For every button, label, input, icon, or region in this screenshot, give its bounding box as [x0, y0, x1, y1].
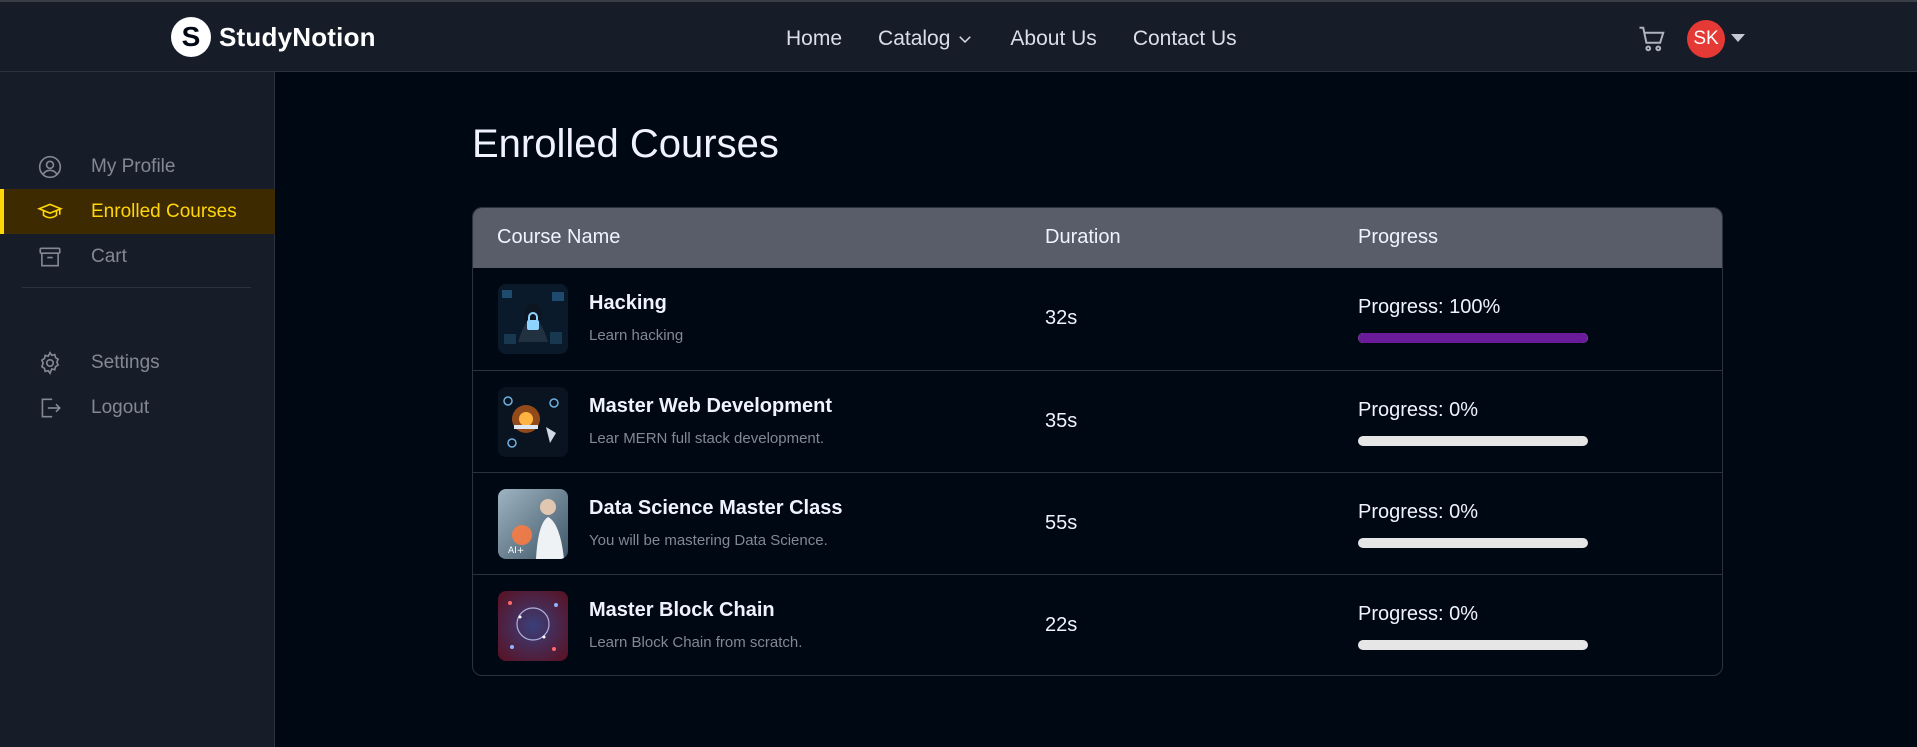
nav-catalog-label: Catalog — [878, 27, 951, 50]
column-header-duration: Duration — [1045, 226, 1121, 248]
course-thumbnail[interactable] — [498, 591, 568, 661]
course-name[interactable]: Hacking — [589, 292, 667, 315]
course-description: Learn Block Chain from scratch. — [589, 634, 803, 651]
nav-about-label: About Us — [1010, 27, 1097, 50]
archive-box-icon — [39, 247, 61, 266]
gear-icon — [40, 350, 60, 375]
sidebar-item-label: Settings — [91, 351, 160, 373]
user-circle-icon — [38, 155, 62, 178]
svg-text:AI+: AI+ — [508, 546, 524, 556]
course-description: You will be mastering Data Science. — [589, 532, 828, 549]
column-header-course-name: Course Name — [497, 226, 621, 248]
table-row[interactable]: Hacking Learn hacking 32s Progress: 100% — [473, 268, 1722, 370]
chevron-down-icon — [959, 36, 972, 44]
page-title: Enrolled Courses — [472, 122, 779, 166]
course-description: Lear MERN full stack development. — [589, 430, 825, 447]
course-name[interactable]: Master Block Chain — [589, 599, 775, 622]
progress-label: Progress: 100% — [1358, 296, 1501, 318]
sidebar-item-label: My Profile — [91, 155, 176, 177]
avatar[interactable]: SK — [1687, 20, 1725, 58]
graduation-cap-icon — [37, 203, 63, 218]
logo-mark: S — [171, 17, 211, 57]
course-duration: 22s — [1045, 614, 1078, 636]
brand-logo[interactable]: S StudyNotion — [171, 17, 376, 57]
sidebar: My Profile Enrolled Courses Cart Setting… — [0, 72, 275, 747]
table-row[interactable]: AI+ Data Science Master Class You will b… — [473, 472, 1722, 574]
course-description: Learn hacking — [589, 327, 684, 344]
progress-bar — [1358, 538, 1588, 548]
sidebar-item-label: Logout — [91, 396, 150, 418]
main-nav: Home Catalog About Us Contact Us — [786, 24, 1237, 54]
sidebar-item-my-profile[interactable]: My Profile — [0, 144, 275, 189]
progress-fill — [1358, 333, 1588, 343]
nav-about-us[interactable]: About Us — [1010, 27, 1096, 51]
progress-bar — [1358, 640, 1588, 650]
nav-contact-label: Contact Us — [1132, 27, 1237, 50]
course-thumbnail[interactable]: AI+ — [498, 489, 568, 559]
sidebar-item-enrolled-courses[interactable]: Enrolled Courses — [0, 189, 275, 234]
sidebar-item-cart[interactable]: Cart — [0, 234, 275, 279]
progress-label: Progress: 0% — [1358, 399, 1479, 421]
nav-home[interactable]: Home — [786, 27, 842, 51]
nav-home-label: Home — [786, 27, 843, 50]
sidebar-item-label: Enrolled Courses — [91, 200, 237, 222]
nav-catalog[interactable]: Catalog — [878, 27, 974, 51]
course-thumbnail[interactable] — [498, 284, 568, 354]
course-duration: 32s — [1045, 307, 1078, 329]
cart-icon[interactable] — [1637, 24, 1667, 54]
course-name[interactable]: Data Science Master Class — [589, 497, 842, 520]
top-navbar: S StudyNotion Home Catalog About Us Cont… — [0, 0, 1917, 72]
table-row[interactable]: Master Block Chain Learn Block Chain fro… — [473, 574, 1722, 675]
progress-bar — [1358, 333, 1588, 343]
sidebar-item-label: Cart — [91, 245, 127, 267]
column-header-progress: Progress — [1358, 226, 1439, 248]
caret-down-icon[interactable] — [1731, 34, 1745, 42]
table-row[interactable]: Master Web Development Lear MERN full st… — [473, 370, 1722, 472]
table-header: Course Name Duration Progress — [473, 208, 1722, 268]
brand-name: StudyNotion — [219, 21, 376, 52]
progress-label: Progress: 0% — [1358, 501, 1479, 523]
logout-icon — [41, 398, 61, 417]
sidebar-divider — [22, 287, 251, 288]
nav-contact-us[interactable]: Contact Us — [1133, 27, 1237, 51]
course-thumbnail[interactable] — [498, 387, 568, 457]
enrolled-courses-table: Course Name Duration Progress Hacking Le… — [472, 207, 1723, 676]
progress-label: Progress: 0% — [1358, 603, 1479, 625]
course-duration: 35s — [1045, 410, 1078, 432]
course-name[interactable]: Master Web Development — [589, 395, 832, 418]
sidebar-item-logout[interactable]: Logout — [0, 385, 275, 430]
sidebar-item-settings[interactable]: Settings — [0, 340, 275, 385]
progress-bar — [1358, 436, 1588, 446]
course-duration: 55s — [1045, 512, 1078, 534]
